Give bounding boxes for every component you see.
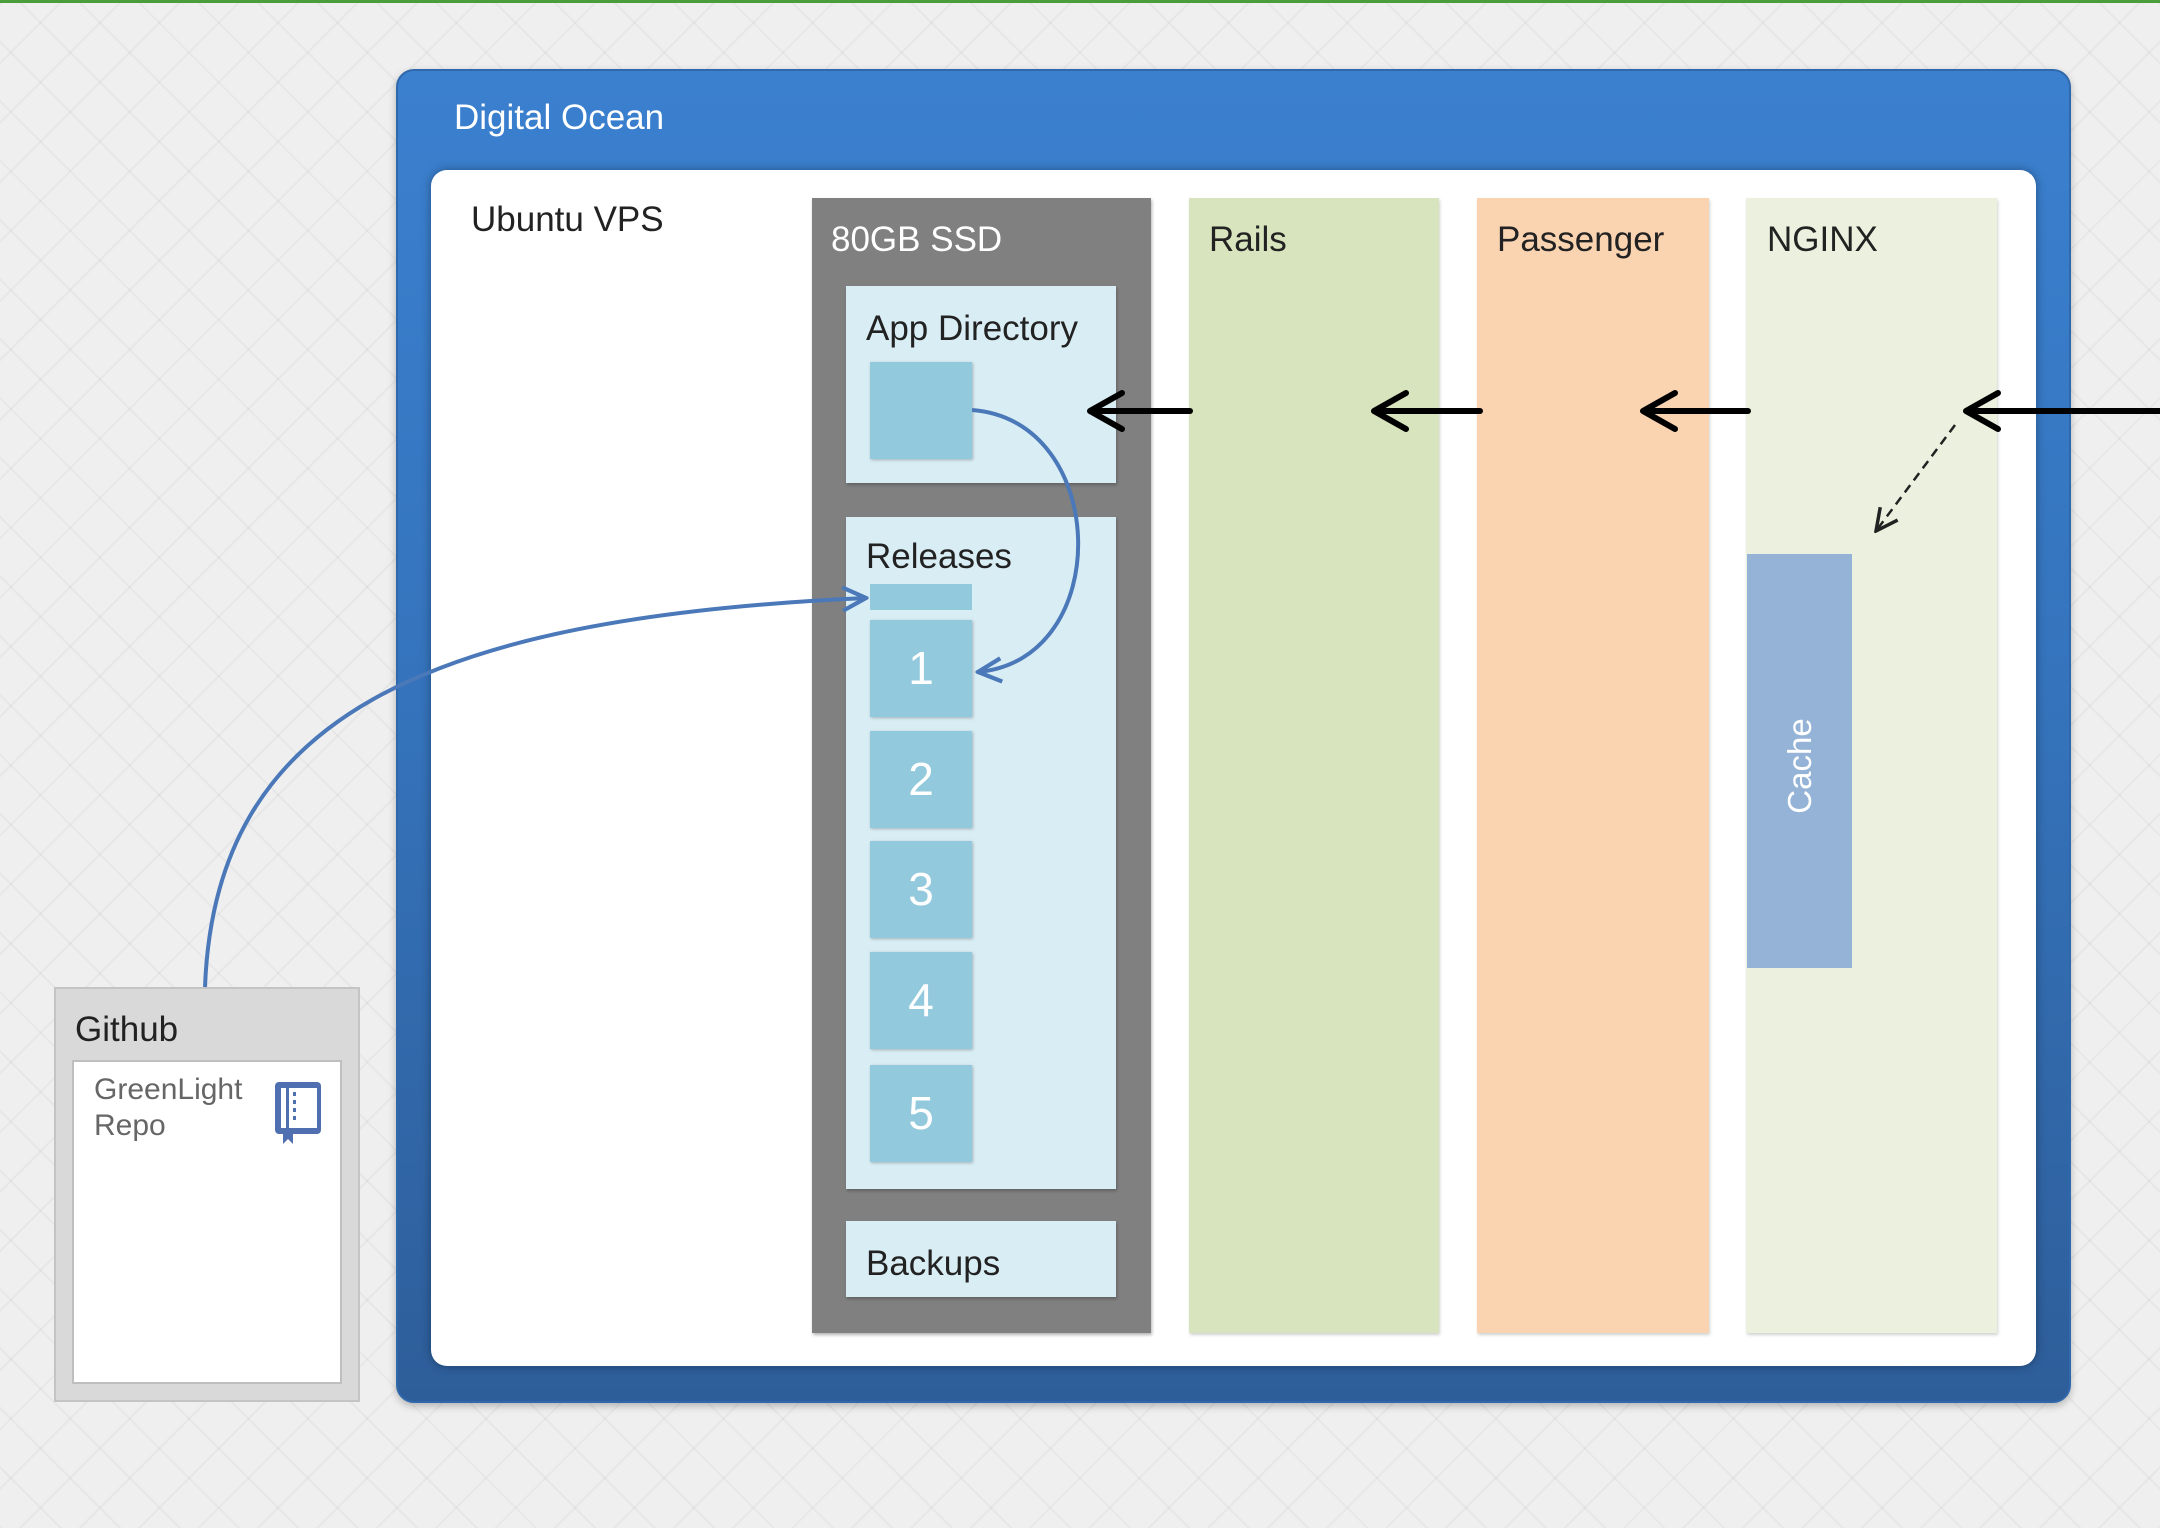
nginx-cache-connector (1876, 424, 1957, 531)
symlink-connector (971, 408, 1081, 672)
request-flow-arrows (1087, 390, 2160, 432)
github-to-releases-connector (203, 598, 866, 988)
connector-layer (203, 390, 2160, 988)
